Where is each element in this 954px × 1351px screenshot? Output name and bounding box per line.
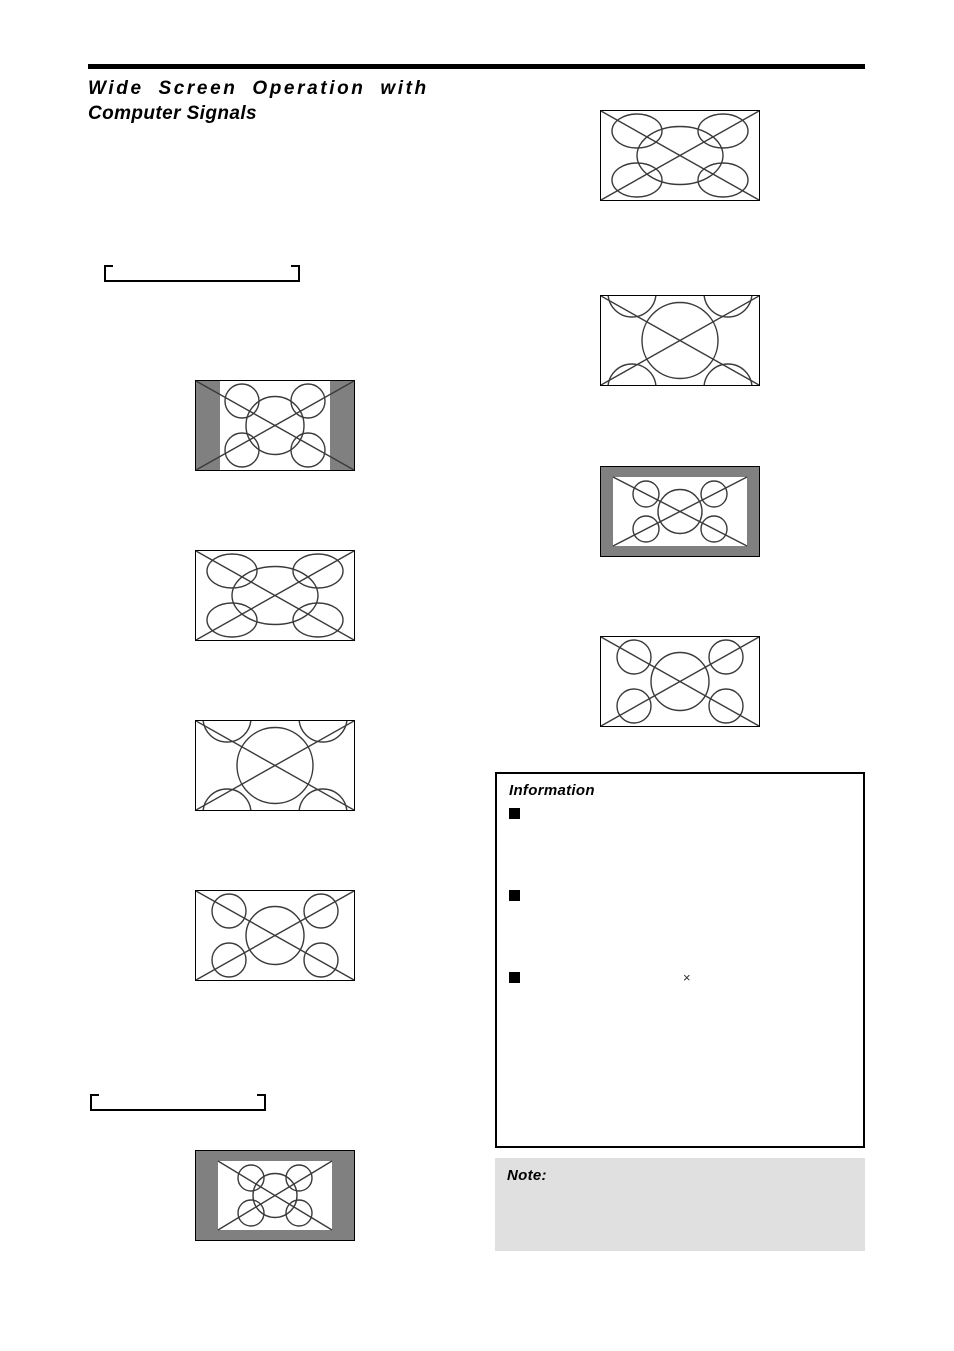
left-body-block-1	[104, 292, 504, 362]
page-title: Wide Screen Operation with Computer Sign…	[88, 76, 518, 126]
figure-normal-pillarbox-pattern	[195, 380, 355, 471]
information-bullet-marker-1	[509, 808, 520, 819]
note-title: Note:	[507, 1167, 547, 1184]
figure-zoom-cropped-pattern-left	[195, 720, 355, 811]
left-body-block-2	[104, 1010, 504, 1080]
intro-paragraph	[104, 150, 504, 250]
figure-boxed-pattern-left	[195, 1150, 355, 1241]
figure-zoom-cropped-pattern-right	[600, 295, 760, 386]
information-bullet-marker-3	[509, 972, 520, 983]
information-title: Information	[509, 782, 595, 799]
page-title-line-1: Wide Screen Operation with	[88, 78, 429, 99]
figure-wide-circles-pattern-right	[600, 636, 760, 727]
section-heading-bar-1	[104, 264, 300, 282]
document-page: Wide Screen Operation with Computer Sign…	[0, 0, 954, 1351]
section-heading-bar-2	[90, 1093, 266, 1111]
multiplication-sign-icon: ×	[683, 970, 691, 985]
page-title-line-2: Computer Signals	[88, 103, 257, 124]
information-bullet-marker-2	[509, 890, 520, 901]
note-box: Note:	[495, 1158, 865, 1251]
header-rule	[88, 64, 865, 69]
information-box: Information ×	[495, 772, 865, 1148]
figure-boxed-pattern-right	[600, 466, 760, 557]
figure-wide-circles-pattern-left	[195, 890, 355, 981]
figure-full-stretched-pattern-left	[195, 550, 355, 641]
figure-full-stretched-pattern-right	[600, 110, 760, 201]
